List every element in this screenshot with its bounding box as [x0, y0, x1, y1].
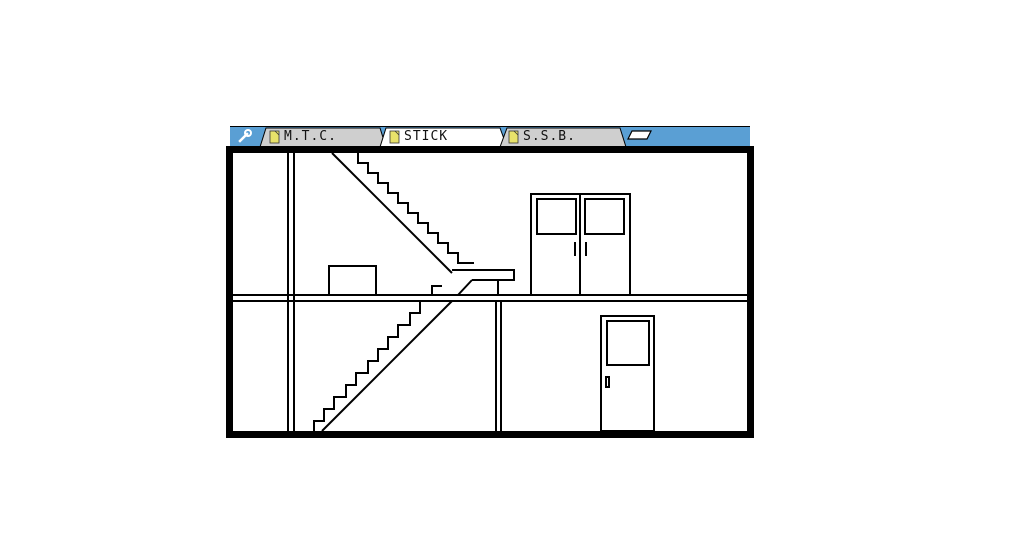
- scene-graphics: [226, 146, 754, 438]
- scene-background: [233, 153, 747, 431]
- document-icon: [269, 130, 280, 144]
- document-icon: [389, 130, 400, 144]
- document-icon: [508, 130, 519, 144]
- tab-ssb[interactable]: [499, 127, 627, 147]
- game-scene[interactable]: [226, 146, 754, 438]
- tab-mtc[interactable]: [259, 127, 387, 147]
- tab-bar: M.T.C. STICK S.S.B.: [230, 126, 750, 147]
- new-tab-icon[interactable]: [627, 130, 652, 140]
- tab-bar-graphics: [230, 126, 750, 147]
- tab-stick[interactable]: [379, 127, 508, 147]
- wrench-icon[interactable]: [232, 128, 256, 145]
